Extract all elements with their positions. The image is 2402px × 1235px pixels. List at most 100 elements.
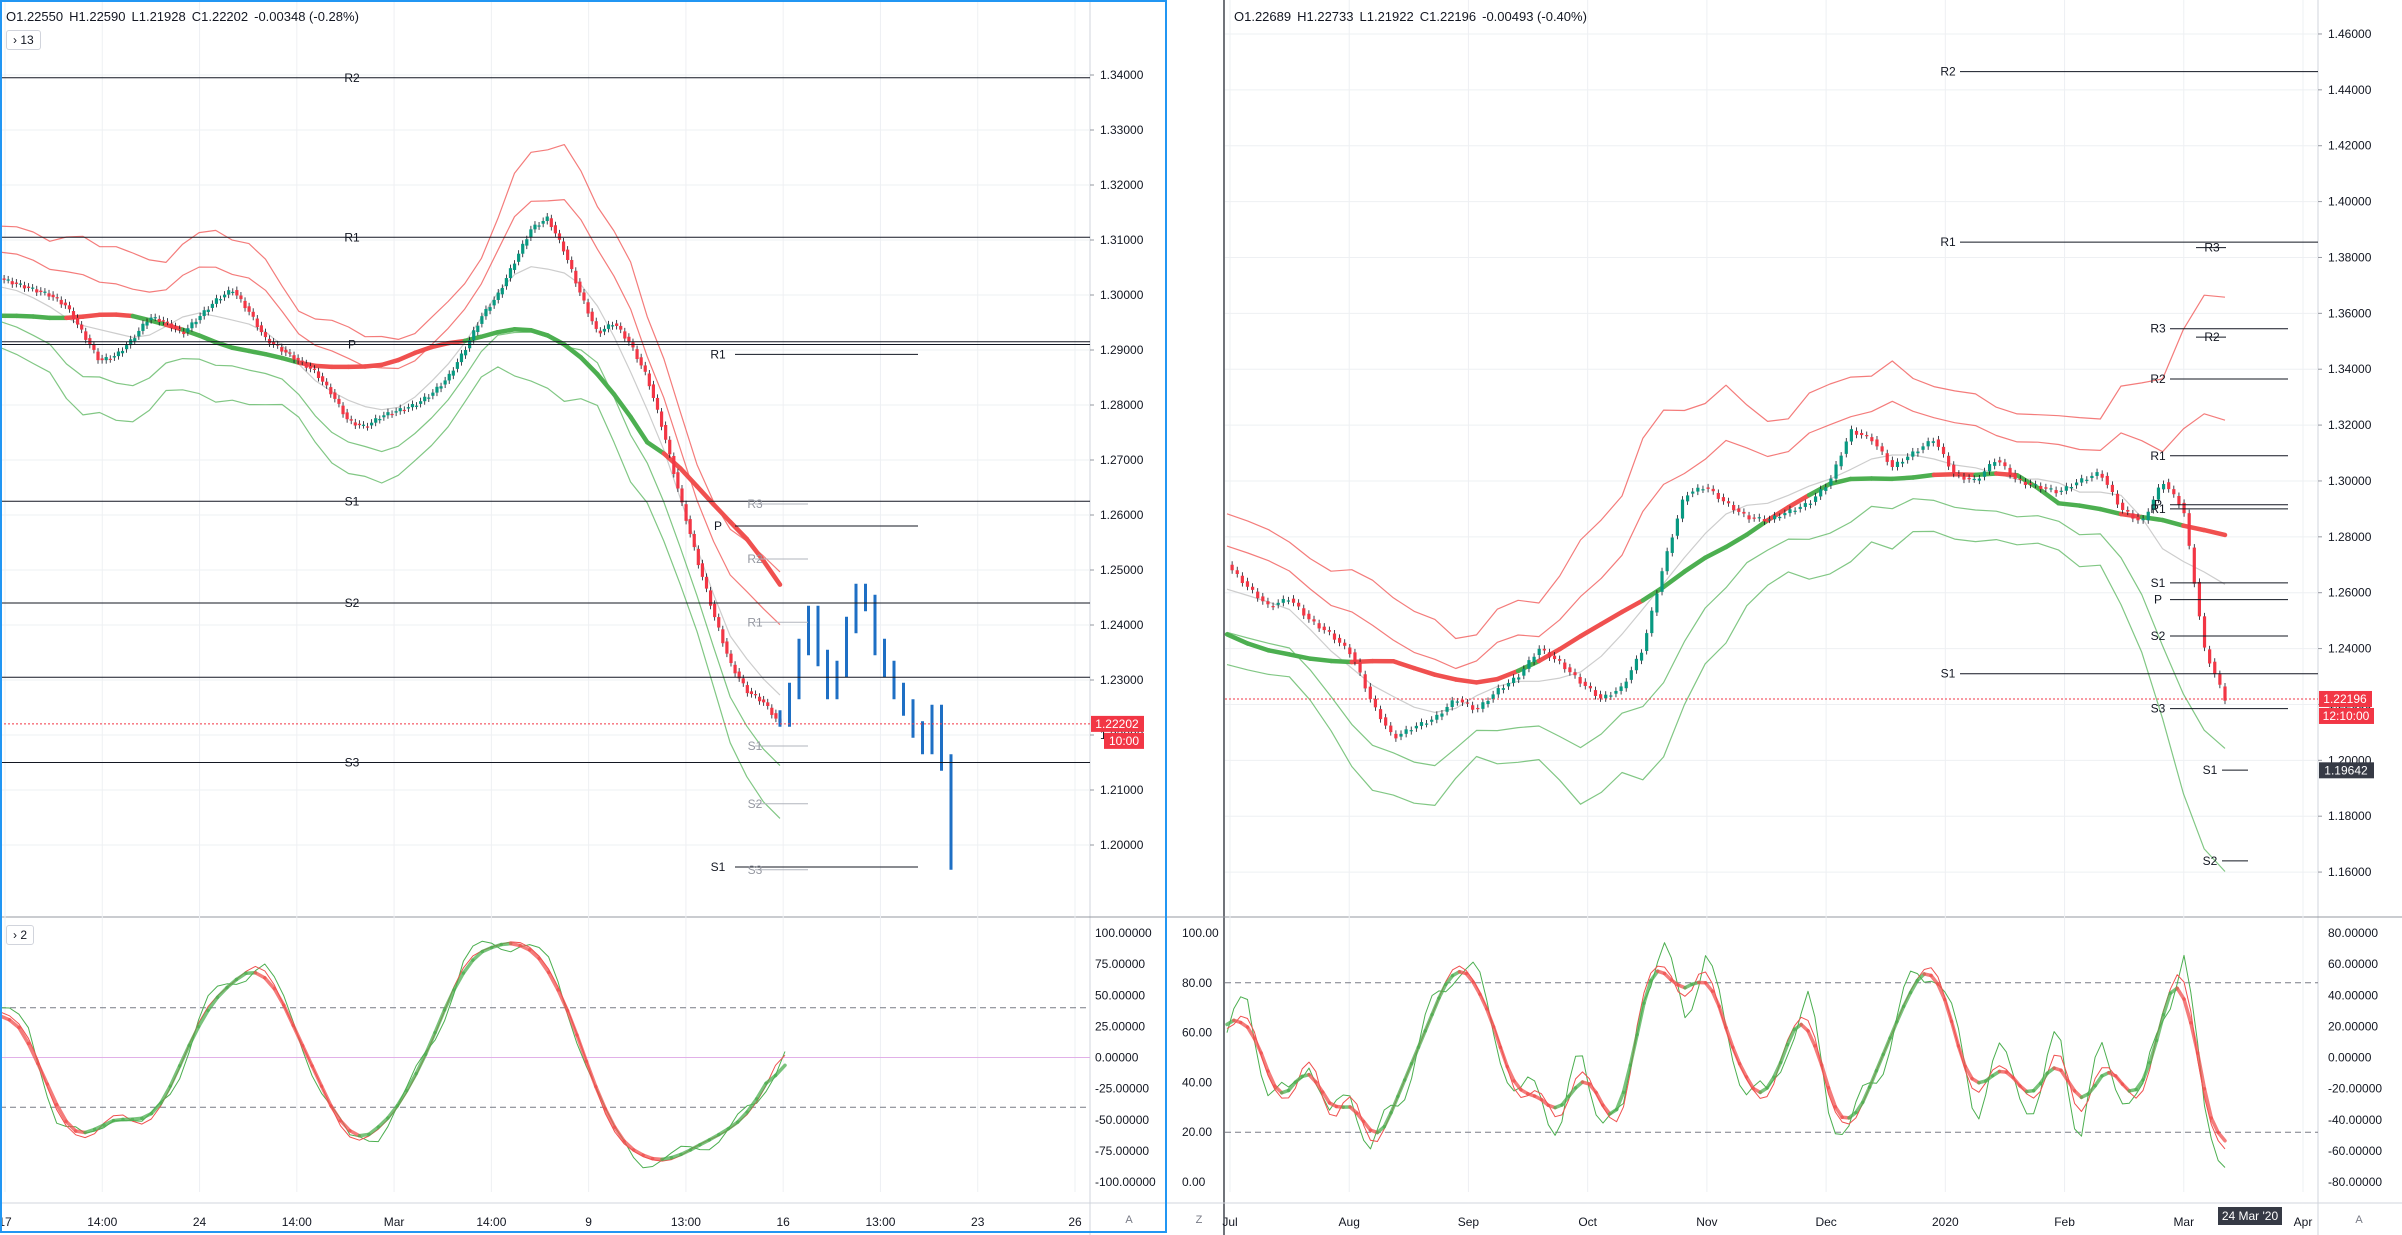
right-pivot-label-r2: R2 <box>2150 372 2166 386</box>
left-candle-body <box>378 419 382 421</box>
right-candle-body <box>1286 600 1291 602</box>
left-candle-body <box>545 216 549 221</box>
left-ma-segment <box>512 327 534 333</box>
right-ma-segment <box>2139 514 2165 523</box>
right-osc-main-segment <box>1430 996 1441 1017</box>
left-x-tick: 9 <box>585 1215 592 1229</box>
right-ma-segment <box>1266 648 1292 657</box>
right-pivot-label-r1: R1 <box>2150 502 2166 516</box>
left-x-tick: 24 <box>193 1215 207 1229</box>
left-candle-body <box>766 702 770 706</box>
right-candle-body <box>1440 713 1444 717</box>
left-candle-body <box>704 576 709 589</box>
left-y-tick: 1.29000 <box>1100 343 1144 357</box>
right-ma-segment <box>1619 598 1646 615</box>
right-osc-left-tick: 80.00 <box>1182 976 1212 990</box>
right-candle-body <box>1655 593 1659 613</box>
chart-canvas[interactable]: 17 14:00 24 14:00 Mar 14:00 9 13:00 16 13:00 23 26 J… <box>0 0 2402 1235</box>
right-candle-body <box>2161 484 2166 490</box>
right-candle-body <box>1706 487 1710 489</box>
right-candle-body <box>1634 658 1639 671</box>
left-candle-body <box>312 368 317 370</box>
left-candle-body <box>357 423 361 426</box>
left-pivot-label-s2: S2 <box>748 797 763 811</box>
right-candle-body <box>2121 502 2125 510</box>
right-candle-body <box>1430 719 1434 722</box>
right-y-tick: 1.18000 <box>2328 809 2372 823</box>
left-indicators-toggle[interactable]: › 13 <box>6 30 41 50</box>
left-candle-body <box>2 278 6 280</box>
left-candle-body <box>615 323 619 326</box>
left-osc-toggle[interactable]: › 2 <box>6 925 35 945</box>
crosshair-price-value: 1.19642 <box>2324 763 2368 777</box>
right-osc-main-segment <box>2209 1116 2220 1135</box>
chevron-right-icon: › <box>13 928 17 942</box>
right-candle-body <box>1793 510 1797 512</box>
left-high: H1.22590 <box>69 9 126 24</box>
right-osc-main-segment <box>1389 1094 1400 1115</box>
right-candle-body <box>2074 482 2079 486</box>
right-y-tick: 1.38000 <box>2328 250 2372 264</box>
left-candle-body <box>549 218 553 228</box>
left-candle-body <box>100 358 104 361</box>
left-osc-main-segment <box>291 1023 305 1048</box>
left-y-tick: 1.26000 <box>1100 508 1144 522</box>
left-candle-body <box>124 345 129 350</box>
right-candle-body <box>1732 505 1736 511</box>
right-candle-body <box>1778 516 1782 519</box>
right-candle-body <box>1865 435 1869 437</box>
right-candle-body <box>1906 456 1910 461</box>
left-candle-body <box>174 326 178 329</box>
right-candle-body <box>1256 591 1260 599</box>
right-candle-body <box>2202 616 2207 648</box>
left-ma-segment <box>246 348 268 357</box>
right-pivot-label-r1: R1 <box>2150 449 2166 463</box>
left-candle-body <box>610 325 615 327</box>
left-candle-body <box>484 309 488 317</box>
right-candle-body <box>1337 637 1342 643</box>
left-candle-body <box>259 325 263 333</box>
left-x-tick: Mar <box>384 1215 405 1229</box>
right-candle-body <box>1726 501 1731 504</box>
left-candle-body <box>333 392 337 399</box>
left-candle-body <box>745 685 749 694</box>
right-candle-body <box>1880 446 1884 452</box>
left-candle-body <box>582 292 586 301</box>
right-y-tick: 1.32000 <box>2328 418 2372 432</box>
left-candle-body <box>651 384 656 398</box>
right-x-tick: Apr <box>2294 1215 2313 1229</box>
right-osc-main-segment <box>1860 1085 1872 1105</box>
left-candle-body <box>255 318 259 328</box>
left-auto-scale-button[interactable]: A <box>1119 1211 1139 1229</box>
left-ma-segment <box>396 350 418 363</box>
right-candle-body <box>1952 464 1956 474</box>
left-pivot-label-r2: R2 <box>344 71 360 85</box>
right-candle-body <box>1885 453 1889 462</box>
right-pivot-label-s2: S2 <box>2203 854 2218 868</box>
right-osc-main-segment <box>1594 1090 1605 1108</box>
right-osc-right-tick: -20.00000 <box>2328 1082 2382 1096</box>
left-ma-segment <box>495 327 517 335</box>
right-candle-body <box>1373 699 1378 708</box>
left-osc-main-segment <box>565 1008 579 1037</box>
left-candle-body <box>566 249 570 260</box>
right-candle-body <box>1993 462 1997 466</box>
right-candle-body <box>1276 602 1280 605</box>
left-candle-body <box>288 352 292 354</box>
right-candle-body <box>1819 489 1823 497</box>
left-pivot-label-s1: S1 <box>748 739 763 753</box>
right-pivot-label-s1: S1 <box>2151 576 2166 590</box>
left-candle-body <box>521 243 525 254</box>
left-candle-body <box>517 253 521 262</box>
left-osc-main-segment <box>215 985 229 1000</box>
right-candle-body <box>1916 451 1920 454</box>
right-candle-body <box>1322 626 1326 631</box>
right-candle-body <box>2049 488 2053 490</box>
right-candle-body <box>2069 487 2074 489</box>
left-candle-body <box>63 302 67 306</box>
right-candle-body <box>1614 690 1618 694</box>
left-ma-segment <box>479 329 501 339</box>
right-auto-scale-button[interactable]: A <box>2349 1211 2369 1229</box>
right-zoom-button[interactable]: Z <box>1189 1211 1209 1229</box>
right-ma-segment <box>2201 527 2228 538</box>
